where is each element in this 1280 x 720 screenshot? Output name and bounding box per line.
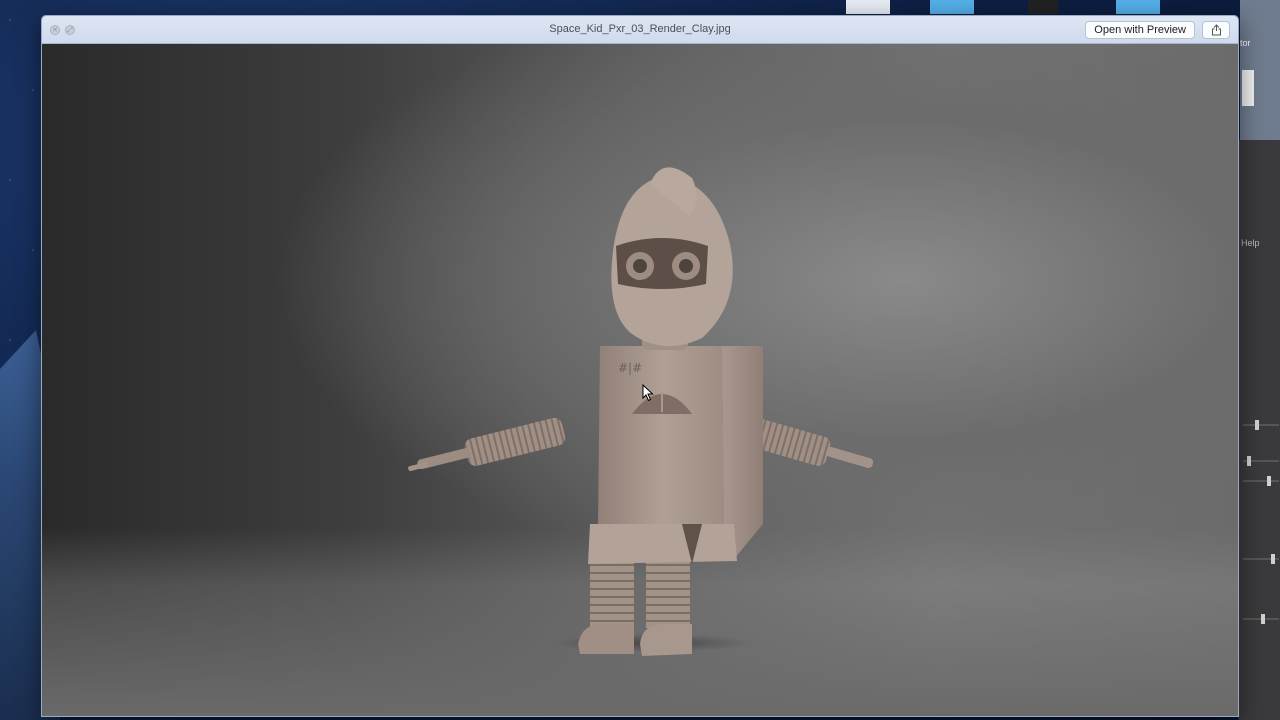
background-app-slider[interactable] — [1243, 456, 1279, 466]
open-with-preview-button[interactable]: Open with Preview — [1085, 21, 1195, 39]
background-app-panel: Help — [1238, 140, 1280, 720]
background-app-label: tor — [1240, 38, 1251, 48]
quicklook-window: ✕ ⤢ Space_Kid_Pxr_03_Render_Clay.jpg Ope… — [41, 15, 1239, 717]
mouse-cursor-icon — [642, 384, 654, 402]
desktop-icon[interactable] — [846, 0, 890, 14]
desktop-icon[interactable] — [1028, 0, 1058, 14]
background-app-slider[interactable] — [1243, 476, 1279, 486]
desktop-icon[interactable] — [1116, 0, 1160, 14]
background-app-help-menu[interactable]: Help — [1241, 238, 1260, 248]
desktop-icon[interactable] — [930, 0, 974, 14]
background-app-chip — [1242, 70, 1254, 106]
background-app-slider[interactable] — [1243, 420, 1279, 430]
background-app-top: tor — [1240, 0, 1280, 140]
background-app-slider[interactable] — [1243, 614, 1279, 624]
background-app-slider[interactable] — [1243, 554, 1279, 564]
window-titlebar[interactable]: ✕ ⤢ Space_Kid_Pxr_03_Render_Clay.jpg Ope… — [42, 16, 1238, 44]
share-button[interactable] — [1202, 21, 1230, 39]
image-preview: #|# — [42, 44, 1238, 716]
share-icon — [1212, 24, 1221, 36]
svg-text:#|#: #|# — [618, 361, 642, 375]
window-title: Space_Kid_Pxr_03_Render_Clay.jpg — [549, 23, 731, 35]
